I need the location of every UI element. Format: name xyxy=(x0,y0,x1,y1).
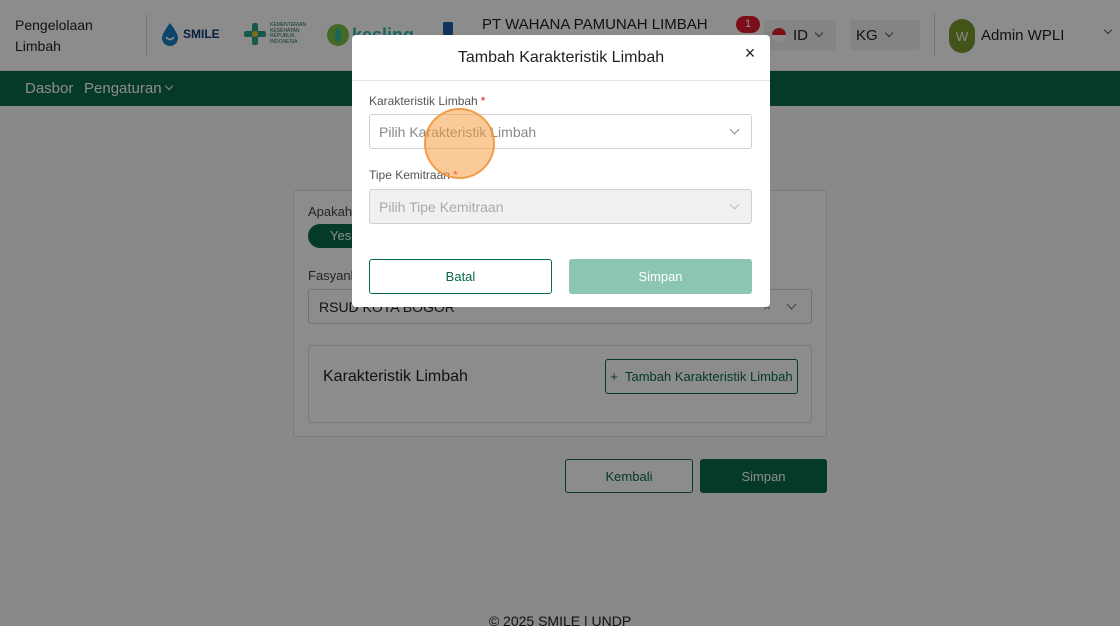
field-label-text: Karakteristik Limbah xyxy=(369,94,478,108)
cancel-button[interactable]: Batal xyxy=(369,259,552,294)
close-icon[interactable]: × xyxy=(742,44,758,62)
click-indicator xyxy=(424,108,495,179)
required-mark: * xyxy=(480,94,486,108)
chevron-down-icon xyxy=(729,124,740,135)
modal-title: Tambah Karakteristik Limbah xyxy=(457,49,665,66)
modal-header: Tambah Karakteristik Limbah × xyxy=(352,35,770,81)
tipe-kemitraan-select[interactable]: Pilih Tipe Kemitraan xyxy=(369,189,752,224)
add-karakteristik-modal: Tambah Karakteristik Limbah × Karakteris… xyxy=(352,35,770,307)
modal-save-button[interactable]: Simpan xyxy=(569,259,752,294)
chevron-down-icon xyxy=(729,199,740,210)
karakteristik-limbah-label: Karakteristik Limbah * xyxy=(369,94,485,108)
select-placeholder: Pilih Tipe Kemitraan xyxy=(379,199,504,215)
